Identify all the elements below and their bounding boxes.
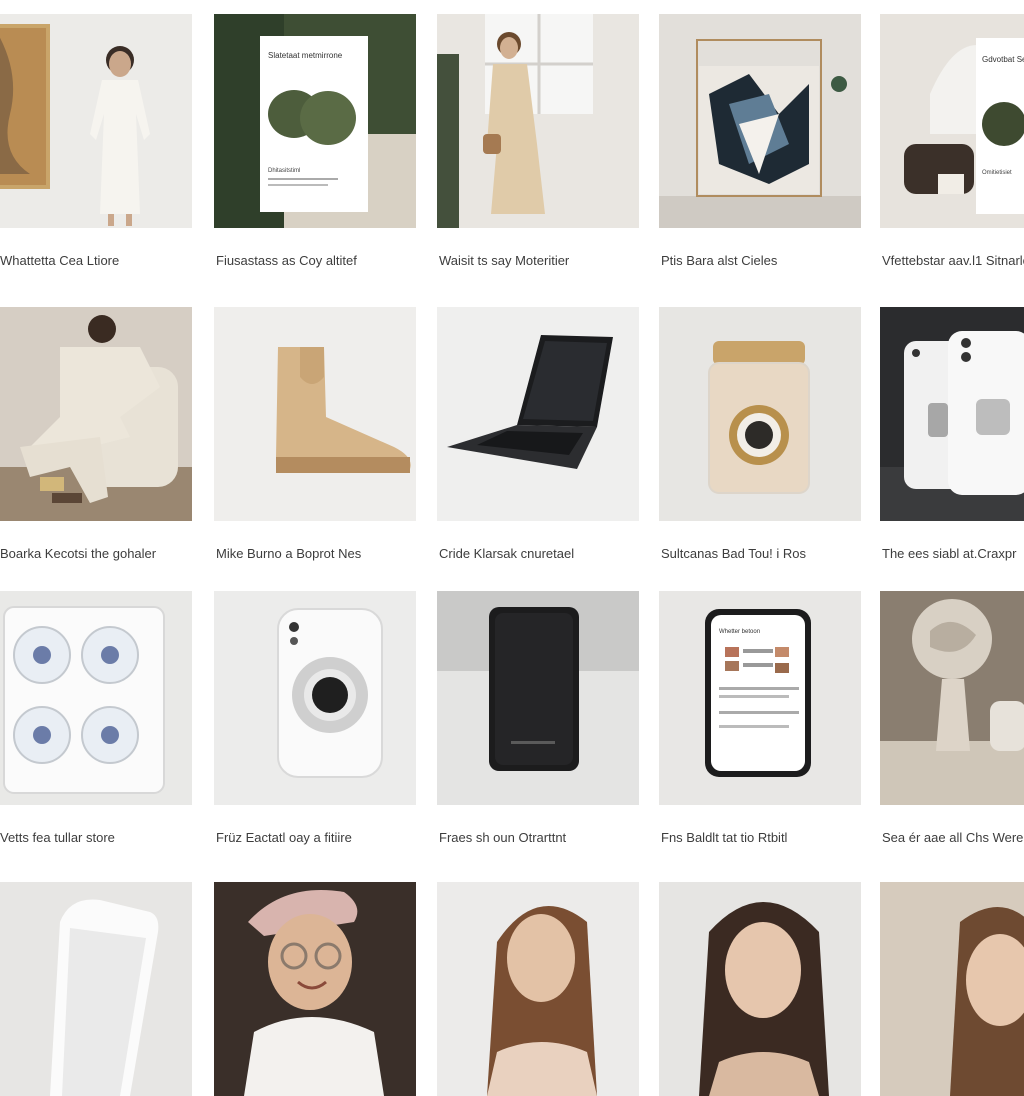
product-caption[interactable]: Mike Burno a Boprot Nes (216, 546, 426, 562)
product-image[interactable] (0, 882, 192, 1096)
product-caption[interactable]: Fraes sh oun Otrarttnt (439, 830, 649, 846)
interior-book-sub-text: Omitietisiet (982, 170, 1012, 176)
product-caption[interactable]: Whattetta Cea Ltiore (0, 253, 210, 269)
product-caption[interactable]: Sea ér aae all Chs Were (882, 830, 1024, 846)
app-header-text: Whetter betoon (719, 629, 760, 635)
product-image[interactable] (659, 882, 861, 1096)
product-caption[interactable]: Vfettebstar aav.l1 Sitnarle (882, 253, 1024, 269)
product-image[interactable] (437, 591, 639, 805)
product-caption[interactable]: Boarka Kecotsi the gohaler (0, 546, 210, 562)
product-image[interactable]: Whetter betoon (659, 591, 861, 805)
product-image[interactable] (214, 591, 416, 805)
product-image[interactable] (0, 591, 192, 805)
product-image[interactable] (0, 307, 192, 521)
product-caption[interactable]: Vetts fea tullar store (0, 830, 210, 846)
product-image[interactable] (214, 307, 416, 521)
product-caption[interactable]: The ees siabl at.Craxpr (882, 546, 1024, 562)
product-image[interactable] (0, 14, 192, 228)
product-grid: Whattetta Cea Ltiore Slatetaat metmirron… (0, 0, 1024, 1096)
product-image[interactable] (880, 591, 1024, 805)
product-image[interactable] (880, 307, 1024, 521)
interior-book-title-text: Gdvotbat Sethumoren (982, 55, 1024, 64)
product-caption[interactable]: Fns Baldlt tat tio Rtbitl (661, 830, 871, 846)
book-title-text: Slatetaat metmirrone (268, 51, 343, 60)
product-image[interactable] (214, 882, 416, 1096)
product-image[interactable]: Gdvotbat Sethumoren Omitietisiet (880, 14, 1024, 228)
product-caption[interactable]: Früz Eactatl oay a fitiire (216, 830, 426, 846)
product-image[interactable] (437, 882, 639, 1096)
product-caption[interactable]: Cride Klarsak cnuretael (439, 546, 649, 562)
product-image[interactable] (659, 307, 861, 521)
product-image[interactable] (437, 14, 639, 228)
product-image[interactable] (880, 882, 1024, 1096)
product-caption[interactable]: Waisit ts say Moteritier (439, 253, 649, 269)
product-image[interactable] (437, 307, 639, 521)
product-image[interactable]: Slatetaat metmirrone Dhitasitstiml (214, 14, 416, 228)
product-caption[interactable]: Sultcanas Bad Tou! i Ros (661, 546, 871, 562)
product-image[interactable] (659, 14, 861, 228)
product-caption[interactable]: Ptis Bara alst Cieles (661, 253, 871, 269)
book-sub-text: Dhitasitstiml (268, 168, 300, 174)
product-caption[interactable]: Fiusastass as Coy altitef (216, 253, 426, 269)
